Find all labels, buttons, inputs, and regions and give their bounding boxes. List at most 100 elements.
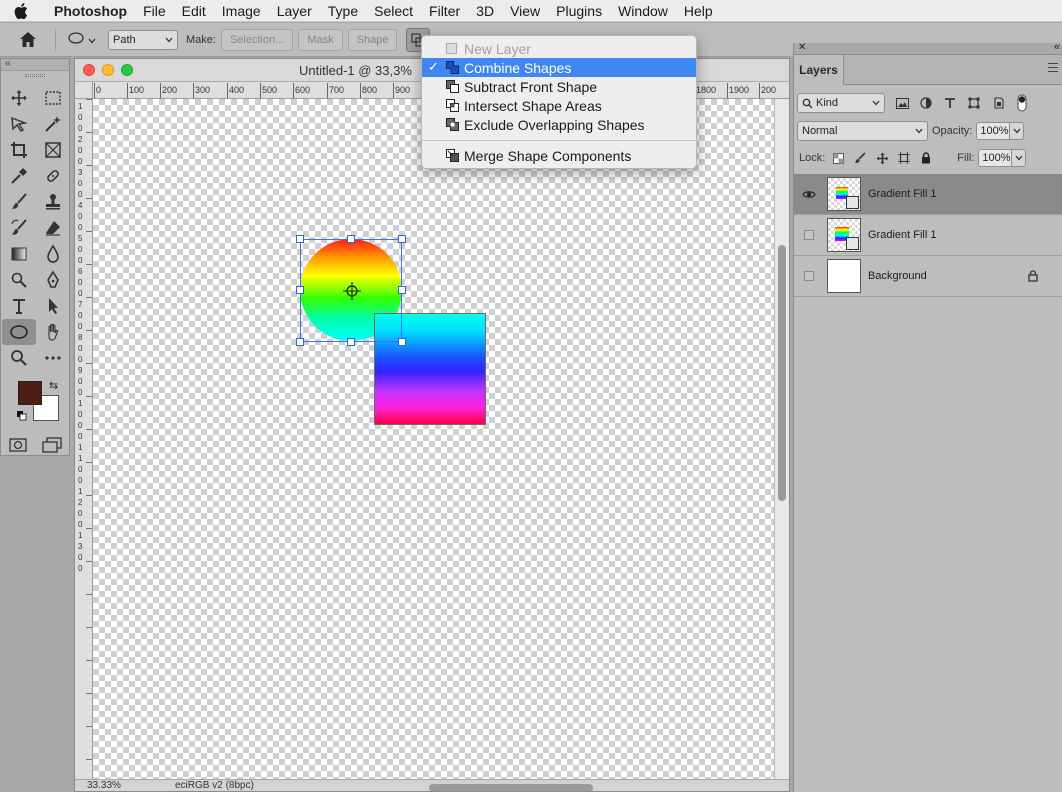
app-menu[interactable]: Photoshop xyxy=(54,3,127,19)
transform-handle[interactable] xyxy=(398,235,406,243)
zoom-tool-icon[interactable] xyxy=(2,345,36,371)
ruler-origin[interactable] xyxy=(75,82,93,99)
layer-filter-select[interactable]: Kind xyxy=(797,93,885,113)
blend-mode-select[interactable]: Normal xyxy=(797,121,928,141)
menu-item-merge-shape-components[interactable]: Merge Shape Components xyxy=(422,146,696,165)
menu-filter[interactable]: Filter xyxy=(421,3,468,19)
tool-preset-picker[interactable] xyxy=(68,32,96,47)
menu-3d[interactable]: 3D xyxy=(468,3,502,19)
transform-handle[interactable] xyxy=(296,286,304,294)
close-window-button[interactable] xyxy=(83,64,95,76)
vertical-ruler[interactable]: 1 0 0 2 0 0 3 0 0 4 0 0 5 0 0 6 0 0 7 0 0 8 0 0 9 0 0 1 0 0 0 1 1 0 0 1 2 0 0 1… xyxy=(75,99,93,779)
frame-tool-icon[interactable] xyxy=(36,137,70,163)
filter-type-icon[interactable] xyxy=(943,96,957,110)
filter-toggle-icon[interactable] xyxy=(1015,94,1029,112)
foreground-color-swatch[interactable] xyxy=(18,381,42,405)
layer-row[interactable]: Gradient Fill 1 xyxy=(794,215,1062,256)
make-shape-button[interactable]: Shape xyxy=(347,28,398,51)
color-profile[interactable]: eciRGB v2 (8bpc) xyxy=(175,780,254,791)
hand-tool-icon[interactable] xyxy=(36,319,70,345)
eye-icon[interactable] xyxy=(800,185,818,203)
canvas[interactable] xyxy=(93,99,775,779)
menu-item-exclude-overlapping-shapes[interactable]: Exclude Overlapping Shapes xyxy=(422,115,696,134)
layer-row[interactable]: Background xyxy=(794,256,1062,297)
menu-layer[interactable]: Layer xyxy=(269,3,320,19)
gradient-tool-icon[interactable] xyxy=(2,241,36,267)
apple-icon[interactable] xyxy=(14,2,44,20)
transform-handle[interactable] xyxy=(347,235,355,243)
close-panel-icon[interactable]: ✕ xyxy=(798,42,806,53)
brush-tool-icon[interactable] xyxy=(2,189,36,215)
layer-row[interactable]: Gradient Fill 1 xyxy=(794,174,1062,215)
stamp-tool-icon[interactable] xyxy=(36,189,70,215)
home-icon[interactable] xyxy=(17,29,39,51)
menu-type[interactable]: Type xyxy=(320,3,366,19)
blur-tool-icon[interactable] xyxy=(36,241,70,267)
make-mask-button[interactable]: Mask xyxy=(298,28,343,51)
visibility-toggle[interactable] xyxy=(800,226,818,244)
filter-smart-object-icon[interactable] xyxy=(991,96,1005,110)
make-selection-button[interactable]: Selection... xyxy=(220,28,294,51)
history-brush-tool-icon[interactable] xyxy=(2,215,36,241)
opacity-input[interactable]: 100% xyxy=(976,122,1011,140)
tab-layers[interactable]: Layers xyxy=(794,55,844,85)
transform-handle[interactable] xyxy=(296,338,304,346)
transform-handle[interactable] xyxy=(398,338,406,346)
quick-mask-icon[interactable] xyxy=(8,437,27,456)
zoom-level[interactable]: 33.33% xyxy=(87,780,121,791)
menu-item-combine-shapes[interactable]: ✓ Combine Shapes xyxy=(422,58,696,77)
menu-image[interactable]: Image xyxy=(214,3,269,19)
lock-image-pixels-icon[interactable] xyxy=(853,151,867,165)
vertical-scroll-thumb[interactable] xyxy=(778,245,786,501)
more-tools-icon[interactable] xyxy=(36,345,70,371)
default-colors-icon[interactable] xyxy=(17,411,27,421)
lock-position-icon[interactable] xyxy=(875,151,889,165)
collapse-panel-icon[interactable]: « xyxy=(1054,41,1060,53)
crop-tool-icon[interactable] xyxy=(2,137,36,163)
healing-brush-tool-icon[interactable] xyxy=(36,163,70,189)
reference-point-icon[interactable] xyxy=(343,282,361,300)
magic-wand-tool-icon[interactable] xyxy=(36,111,70,137)
zoom-window-button[interactable] xyxy=(121,64,133,76)
opacity-slider-toggle[interactable] xyxy=(1010,122,1025,140)
menu-plugins[interactable]: Plugins xyxy=(548,3,610,19)
dodge-tool-icon[interactable] xyxy=(2,267,36,293)
lasso-tool-icon[interactable] xyxy=(2,111,36,137)
lock-artboard-icon[interactable] xyxy=(897,151,911,165)
lock-all-icon[interactable] xyxy=(919,151,933,165)
transform-handle[interactable] xyxy=(296,235,304,243)
layer-name[interactable]: Gradient Fill 1 xyxy=(868,229,936,241)
filter-pixel-icon[interactable] xyxy=(895,96,909,110)
swap-colors-icon[interactable]: ⇆ xyxy=(49,379,58,392)
menu-select[interactable]: Select xyxy=(366,3,421,19)
filter-shape-icon[interactable] xyxy=(967,96,981,110)
menu-view[interactable]: View xyxy=(502,3,548,19)
lock-icon[interactable] xyxy=(1028,270,1038,285)
visibility-toggle[interactable] xyxy=(800,267,818,285)
type-tool-icon[interactable] xyxy=(2,293,36,319)
pen-tool-icon[interactable] xyxy=(36,267,70,293)
filter-adjustment-icon[interactable] xyxy=(919,96,933,110)
path-selection-tool-icon[interactable] xyxy=(36,293,70,319)
fill-slider-toggle[interactable] xyxy=(1012,149,1027,167)
ellipse-tool-icon[interactable] xyxy=(2,319,36,345)
eraser-tool-icon[interactable] xyxy=(36,215,70,241)
move-tool-icon[interactable] xyxy=(2,85,36,111)
menu-edit[interactable]: Edit xyxy=(174,3,214,19)
menu-item-subtract-front-shape[interactable]: Subtract Front Shape xyxy=(422,77,696,96)
tool-mode-select[interactable]: Path xyxy=(108,29,178,50)
toolbox-collapse-icon[interactable]: « xyxy=(1,59,69,71)
menu-file[interactable]: File xyxy=(135,3,174,19)
menu-window[interactable]: Window xyxy=(610,3,676,19)
menu-help[interactable]: Help xyxy=(676,3,721,19)
transform-handle[interactable] xyxy=(398,286,406,294)
vertical-scrollbar[interactable] xyxy=(774,99,789,779)
layer-name[interactable]: Background xyxy=(868,270,927,282)
toolbox-grip[interactable] xyxy=(1,71,69,79)
fill-input[interactable]: 100% xyxy=(978,149,1013,167)
layer-name[interactable]: Gradient Fill 1 xyxy=(868,188,936,200)
minimize-window-button[interactable] xyxy=(102,64,114,76)
menu-item-intersect-shape-areas[interactable]: Intersect Shape Areas xyxy=(422,96,696,115)
eyedropper-tool-icon[interactable] xyxy=(2,163,36,189)
screen-mode-icon[interactable] xyxy=(41,437,62,456)
